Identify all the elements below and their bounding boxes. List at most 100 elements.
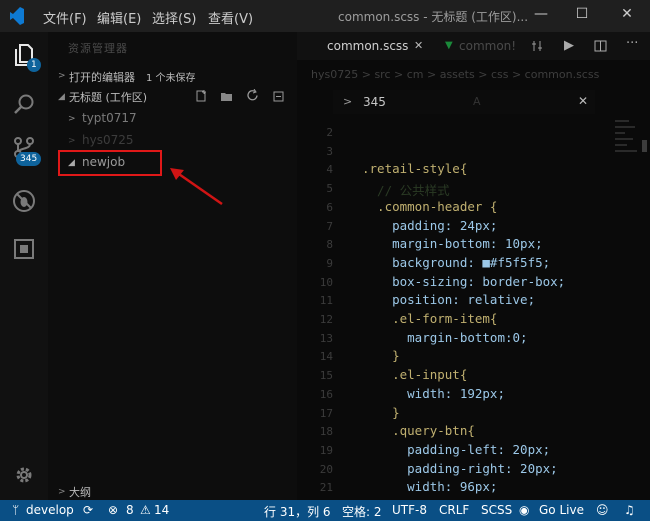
code-text: margin-bottom:0;: [362, 329, 528, 345]
line-ending[interactable]: CRLF: [439, 503, 469, 517]
outline-header[interactable]: 大纲: [69, 484, 91, 500]
warning-icon: ⚠: [140, 503, 151, 517]
line-number: 15: [319, 369, 333, 383]
refresh-icon[interactable]: [246, 89, 259, 102]
line-number: 10: [319, 275, 333, 289]
code-text: .query-btn{: [362, 423, 475, 439]
code-line[interactable]: 18 .query-btn{: [297, 423, 617, 442]
tab-second[interactable]: common!: [459, 39, 516, 65]
branch-name[interactable]: develop: [26, 503, 74, 517]
code-line[interactable]: 20 padding-right: 20px;: [297, 461, 617, 480]
highlight-box: [58, 150, 162, 176]
code-text: .retail-style{: [362, 161, 468, 177]
run-icon[interactable]: ▶: [564, 38, 574, 53]
find-input[interactable]: 345: [363, 95, 386, 109]
line-number: 5: [326, 182, 333, 196]
maximize-button[interactable]: ☐: [571, 6, 593, 26]
code-line[interactable]: 5 // 公共样式: [297, 180, 617, 199]
code-line[interactable]: 8 margin-bottom: 10px;: [297, 236, 617, 255]
minimize-button[interactable]: —: [530, 6, 552, 26]
collapse-all-icon[interactable]: [272, 90, 284, 102]
language-mode[interactable]: SCSS: [481, 503, 512, 517]
new-folder-icon[interactable]: [220, 90, 233, 102]
code-text: }: [362, 404, 400, 420]
code-line[interactable]: 17 }: [297, 405, 617, 424]
breadcrumb-item[interactable]: hys0725: [311, 68, 358, 81]
search-activity[interactable]: [0, 84, 48, 124]
warning-count[interactable]: 14: [154, 503, 169, 517]
code-line[interactable]: 12 .el-form-item{: [297, 311, 617, 330]
more-actions-icon[interactable]: ···: [626, 36, 638, 51]
debug-activity[interactable]: [0, 182, 48, 222]
line-number: 12: [319, 313, 333, 326]
code-text: padding-left: 20px;: [362, 441, 551, 457]
code-line[interactable]: 15 .el-input{: [297, 367, 617, 386]
minimap[interactable]: [615, 116, 641, 416]
code-line[interactable]: 2: [297, 124, 617, 143]
cursor-position[interactable]: 行 31，列 6: [264, 503, 331, 520]
feedback-icon[interactable]: ☺: [596, 503, 609, 517]
code-line[interactable]: 19 padding-left: 20px;: [297, 442, 617, 461]
chevron-right-icon[interactable]: >: [343, 95, 352, 108]
chevron-down-icon: ◢: [58, 92, 65, 102]
source-control-activity[interactable]: 345: [0, 130, 48, 170]
code-line[interactable]: 21 width: 96px;: [297, 479, 617, 498]
code-line[interactable]: 10 box-sizing: border-box;: [297, 274, 617, 293]
sync-icon[interactable]: ⟳: [83, 503, 93, 517]
breadcrumb-item[interactable]: common.scss: [525, 68, 600, 81]
breadcrumb-item[interactable]: assets: [440, 68, 475, 81]
code-line[interactable]: 6 .common-header {: [297, 199, 617, 218]
scrollbar-thumb[interactable]: [642, 140, 647, 152]
encoding[interactable]: UTF-8: [392, 503, 427, 517]
breadcrumb-item[interactable]: css: [491, 68, 509, 81]
close-window-button[interactable]: ✕: [616, 6, 638, 26]
window-title: common.scss - 无标题 (工作区)...: [338, 10, 529, 24]
line-number: 20: [319, 462, 333, 476]
breadcrumb-item[interactable]: src: [374, 68, 390, 81]
folder-hys0725[interactable]: hys0725: [82, 133, 134, 147]
activity-bar: 1 345: [0, 32, 48, 500]
extensions-activity[interactable]: [0, 230, 48, 270]
chevron-right-icon: >: [58, 71, 66, 81]
menu-file[interactable]: 文件(F): [43, 8, 87, 27]
broadcast-icon: ◉: [519, 503, 530, 517]
split-editor-icon[interactable]: [594, 40, 607, 52]
error-count[interactable]: 8: [126, 503, 134, 517]
code-line[interactable]: 9 background: ■#f5f5f5;: [297, 255, 617, 274]
code-line[interactable]: 11 position: relative;: [297, 292, 617, 311]
code-line[interactable]: 16 width: 192px;: [297, 386, 617, 405]
code-text: // 公共样式: [362, 183, 450, 199]
open-editors-header[interactable]: 打开的编辑器: [69, 69, 135, 85]
settings-activity[interactable]: [0, 456, 48, 496]
folder-typt0717[interactable]: typt0717: [82, 111, 137, 125]
code-editor[interactable]: 2 3 4 .retail-style{5 // 公共样式 6 .common-head…: [297, 124, 617, 513]
breadcrumb-item[interactable]: cm: [407, 68, 424, 81]
indent-spaces[interactable]: 空格: 2: [342, 503, 382, 520]
line-number: 17: [319, 406, 333, 420]
menu-selection[interactable]: 选择(S): [152, 8, 196, 27]
chevron-right-icon: >: [58, 487, 66, 497]
explorer-badge: 1: [27, 58, 41, 72]
code-line[interactable]: 13 margin-bottom:0;: [297, 330, 617, 349]
new-file-icon[interactable]: [195, 90, 207, 102]
close-find-icon[interactable]: ✕: [578, 94, 588, 108]
code-line[interactable]: 14 }: [297, 348, 617, 367]
menu-view[interactable]: 查看(V): [208, 8, 253, 27]
code-text: }: [362, 348, 400, 364]
line-number: 8: [326, 238, 333, 252]
code-line[interactable]: 3: [297, 143, 617, 162]
close-tab-icon[interactable]: ✕: [414, 39, 423, 52]
code-line[interactable]: 7 padding: 24px;: [297, 218, 617, 237]
line-number: 21: [319, 481, 333, 495]
compare-icon[interactable]: [531, 40, 543, 52]
bell-icon[interactable]: ♫: [624, 503, 635, 517]
line-number: 2: [326, 126, 333, 139]
explorer-activity[interactable]: 1: [0, 34, 48, 74]
code-line[interactable]: 4 .retail-style{: [297, 161, 617, 180]
go-live-button[interactable]: Go Live: [539, 503, 584, 517]
menu-edit[interactable]: 编辑(E): [97, 8, 141, 27]
tab-common-scss[interactable]: common.scss: [327, 39, 408, 65]
extensions-icon: [14, 239, 34, 259]
find-options[interactable]: A: [473, 95, 481, 108]
workspace-header[interactable]: 无标题 (工作区): [69, 89, 147, 105]
